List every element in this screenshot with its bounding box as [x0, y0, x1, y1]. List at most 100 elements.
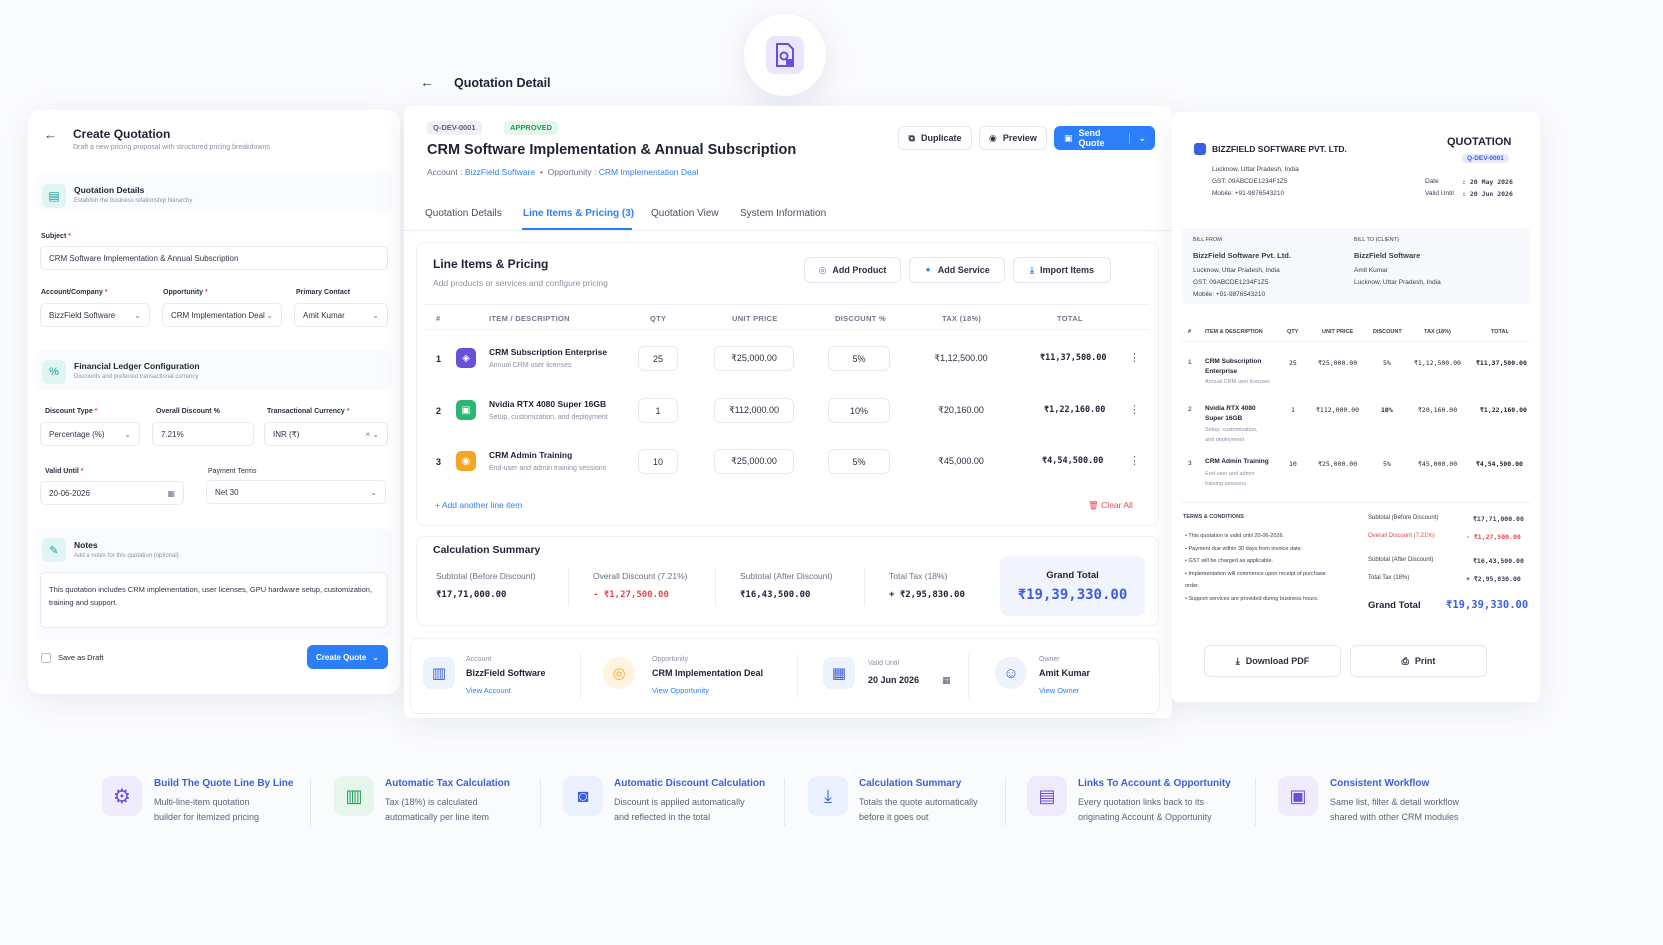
info-divider: [797, 654, 798, 698]
currency-select[interactable]: INR (₹) × ⌄: [264, 422, 388, 446]
create-quote-button[interactable]: Create Quote ⌄: [307, 645, 388, 669]
small-calendar-icon[interactable]: ▦: [942, 675, 951, 686]
payment-terms-select[interactable]: Net 30 ⌄: [206, 480, 386, 504]
preview-row: 3 CRM Admin Training End-user and admin …: [1182, 457, 1530, 497]
create-subtitle: Draft a new pricing proposal with struct…: [73, 144, 270, 151]
company-mobile: Mobile: +91-9876543210: [1212, 190, 1285, 197]
back-arrow-icon[interactable]: ←: [44, 127, 57, 142]
qty-input[interactable]: 25: [638, 346, 678, 371]
discount-input[interactable]: 10%: [828, 398, 890, 423]
discount-input[interactable]: 5%: [828, 346, 890, 371]
unit-price-input[interactable]: ₹25,000.00: [714, 346, 794, 371]
add-service-button[interactable]: ✦ Add Service: [909, 257, 1005, 283]
pv-tax-label: Total Tax (18%): [1368, 575, 1410, 581]
feature-title: Consistent Workflow: [1330, 778, 1430, 789]
training-icon: ◉: [456, 451, 476, 471]
bill-to-addr: Lucknow, Uttar Pradesh, India: [1354, 279, 1441, 286]
feature-divider: [540, 778, 541, 826]
col-total: TOTAL: [1057, 314, 1083, 323]
info-valid-label: Valid Until: [868, 660, 899, 667]
feature-divider: [1005, 778, 1006, 826]
notes-title: Notes: [74, 540, 98, 550]
add-line-item-link[interactable]: + Add another line item: [435, 500, 522, 510]
chevron-down-icon: ⌄: [370, 487, 377, 497]
overall-discount-label: Overall Discount %: [156, 408, 220, 415]
bar-chart-icon: ▥: [334, 776, 374, 816]
calendar-icon[interactable]: ▦: [167, 489, 175, 498]
print-button[interactable]: ⎙ Print: [1350, 645, 1487, 677]
feature-title: Calculation Summary: [859, 778, 962, 789]
pv-sub-before: ₹17,71,000.00: [1473, 515, 1524, 523]
table-row: 2 ▣ Nvidia RTX 4080 Super 16GB Setup, cu…: [424, 392, 1149, 432]
info-opp-value: CRM Implementation Deal: [652, 668, 764, 678]
table-row: 3 ◉ CRM Admin Training End-user and admi…: [424, 443, 1149, 483]
opportunity-select[interactable]: CRM Implementation Deal ⌄: [162, 303, 282, 327]
account-link[interactable]: BizzField Software: [465, 167, 535, 177]
tab-system-information[interactable]: System Information: [740, 208, 826, 219]
create-title: Create Quotation: [73, 127, 171, 141]
create-quotation-panel: ← Create Quotation Draft a new pricing p…: [28, 110, 400, 694]
valid-until-input[interactable]: 20-06-2026 ▦: [40, 481, 184, 505]
bill-from-mobile: Mobile: +91-9876543210: [1193, 291, 1266, 298]
tab-quotation-view[interactable]: Quotation View: [651, 208, 719, 219]
duplicate-button[interactable]: ⧉ Duplicate: [898, 126, 972, 150]
discount-input[interactable]: 5%: [828, 449, 890, 474]
view-account-link[interactable]: View Account: [466, 686, 511, 695]
unit-price-input[interactable]: ₹25,000.00: [714, 449, 794, 474]
add-product-button[interactable]: ◎ Add Product: [804, 257, 901, 283]
unit-price-input[interactable]: ₹112,000.00: [714, 398, 794, 423]
eye-icon: ◉: [989, 132, 997, 143]
row-total: ₹4,54,500.00: [1042, 456, 1104, 466]
active-tab-underline: [522, 228, 632, 230]
company-address: Lucknow, Uttar Pradesh, India: [1212, 166, 1299, 173]
notes-textarea[interactable]: This quotation includes CRM implementati…: [40, 572, 388, 628]
term-item: • GST will be charged as applicable.: [1185, 558, 1274, 564]
preview-row: 2 Nvidia RTX 4080 Super 16GB Setup, cust…: [1182, 403, 1530, 447]
pv-disc: 5%: [1383, 359, 1391, 367]
hardware-icon: ▣: [456, 400, 476, 420]
feature-desc: Multi-line-item quotation builder for ite…: [154, 797, 260, 822]
currency-label: Transactional Currency *: [267, 408, 350, 415]
pv-qty: 10: [1289, 460, 1297, 468]
feature-desc: Every quotation links back to its origina…: [1078, 797, 1212, 822]
account-select[interactable]: BizzField Software ⌄: [40, 303, 150, 327]
detail-back-icon[interactable]: ←: [420, 74, 434, 90]
subject-input[interactable]: CRM Software Implementation & Annual Sub…: [40, 246, 388, 270]
discount-type-select[interactable]: Percentage (%) ⌄: [40, 422, 140, 446]
company-name: BIZZFIELD SOFTWARE PVT. LTD.: [1212, 144, 1347, 154]
date-label: Date: [1425, 178, 1439, 185]
import-items-button[interactable]: ⤓ Import Items: [1013, 257, 1111, 283]
pv-grand-label: Grand Total: [1368, 600, 1421, 611]
overall-discount-input[interactable]: 7.21%: [152, 422, 254, 446]
send-quote-button[interactable]: ▣ Send Quote ⌄: [1054, 126, 1155, 150]
opportunity-link[interactable]: CRM Implementation Deal: [599, 167, 699, 177]
row-menu-icon[interactable]: ⋮: [1129, 403, 1140, 416]
view-opportunity-link[interactable]: View Opportunity: [652, 686, 709, 695]
feature-title: Links To Account & Opportunity: [1078, 778, 1231, 789]
qty-input[interactable]: 10: [638, 449, 678, 474]
pv-grand-value: ₹19,39,330.00: [1446, 599, 1529, 611]
chevron-down-icon: ⌄: [124, 429, 131, 439]
overall-discount-value: - ₹1,27,500.00: [593, 590, 669, 600]
row-total: ₹1,22,160.00: [1044, 405, 1106, 415]
download-pdf-button[interactable]: ⤓ Download PDF: [1204, 645, 1341, 677]
contact-select[interactable]: Amit Kumar ⌄: [294, 303, 388, 327]
feature-divider: [310, 778, 311, 826]
view-owner-link[interactable]: View Owner: [1039, 686, 1079, 695]
row-total: ₹11,37,500.00: [1040, 353, 1107, 363]
grand-total-label: Grand Total: [1046, 569, 1099, 581]
quotation-heading: CRM Software Implementation & Annual Sub…: [427, 142, 797, 158]
feature-desc: Discount is applied automatically and ref…: [614, 797, 745, 822]
tab-line-items[interactable]: Line Items & Pricing (3): [523, 208, 634, 219]
pv-name: Nvidia RTX 4080 Super 16GB: [1205, 405, 1256, 422]
save-draft-checkbox[interactable]: [41, 653, 51, 663]
tab-quotation-details[interactable]: Quotation Details: [425, 208, 502, 219]
row-menu-icon[interactable]: ⋮: [1129, 351, 1140, 364]
preview-button[interactable]: ◉ Preview: [979, 126, 1047, 150]
clear-all-button[interactable]: 🗑 Clear All: [1088, 500, 1133, 511]
clear-chevron-icon: × ⌄: [365, 429, 379, 439]
doc-title: QUOTATION: [1447, 136, 1512, 148]
sub-after-label: Subtotal (After Discount): [740, 571, 833, 581]
qty-input[interactable]: 1: [638, 398, 678, 423]
row-menu-icon[interactable]: ⋮: [1129, 454, 1140, 467]
